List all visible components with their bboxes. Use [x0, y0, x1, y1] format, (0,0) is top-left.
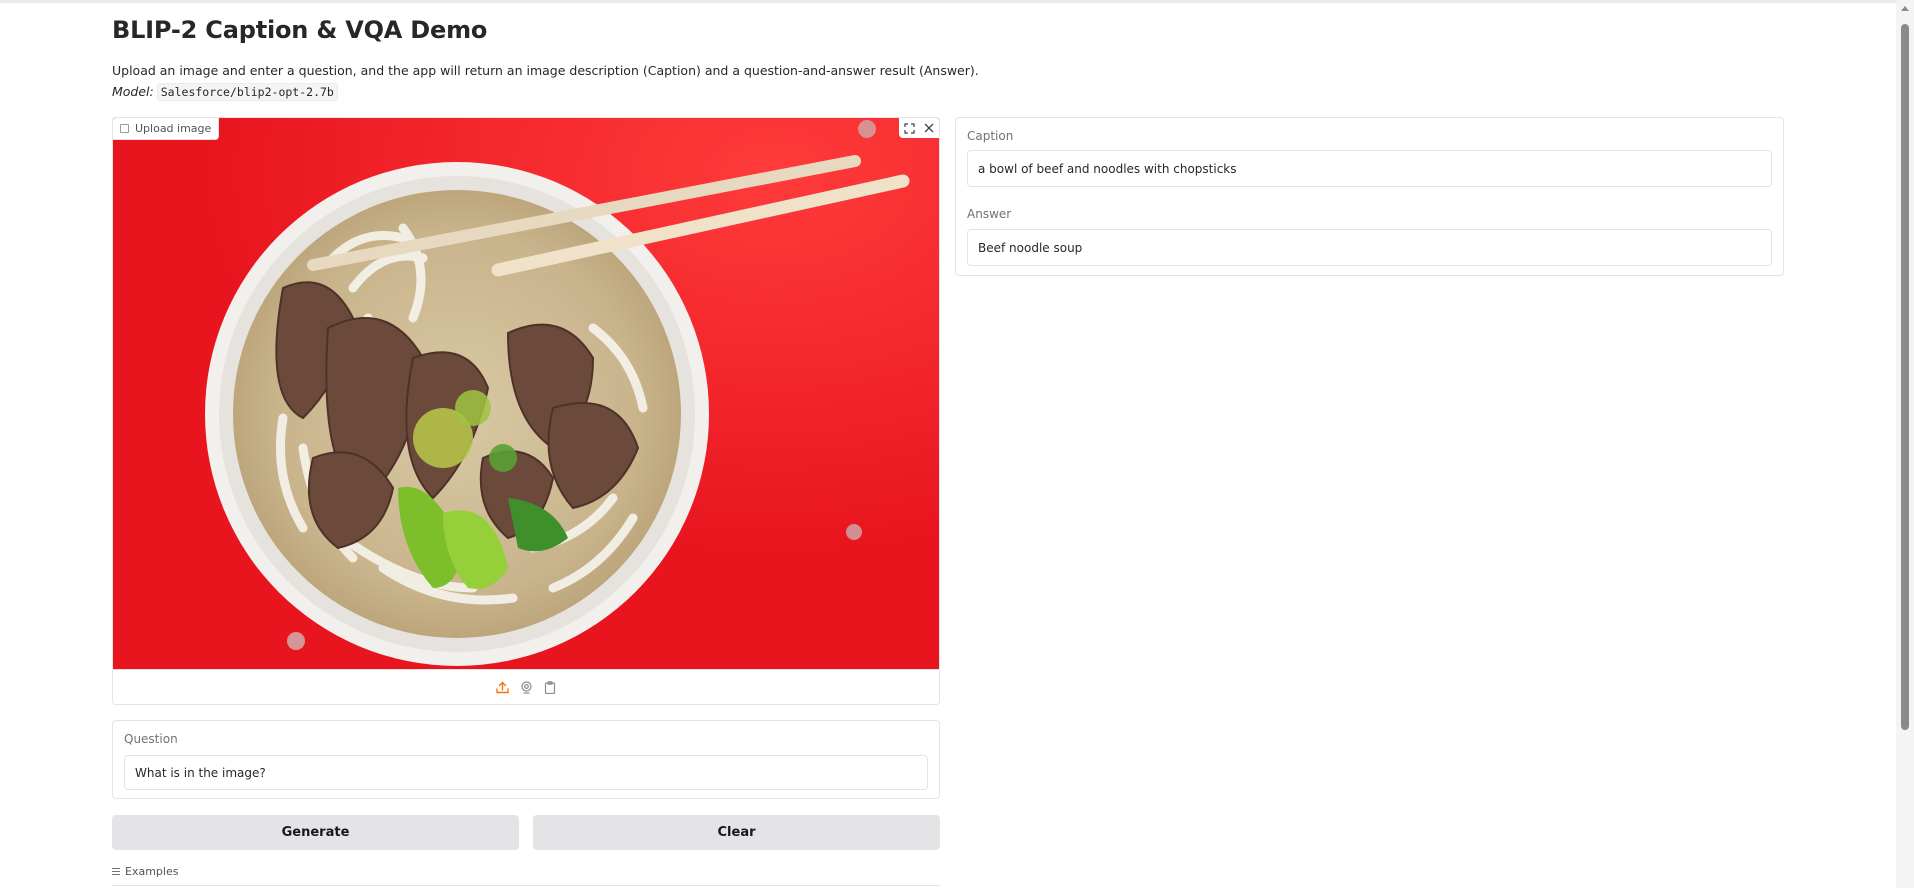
upload-icon[interactable] — [495, 681, 509, 695]
scrollbar-thumb[interactable] — [1901, 24, 1909, 730]
examples-divider — [112, 885, 940, 886]
examples-toggle[interactable]: Examples — [112, 865, 178, 878]
image-icon — [120, 124, 129, 133]
examples-label: Examples — [125, 865, 179, 878]
uploaded-image: Upload image — [113, 118, 939, 669]
page-scrollbar[interactable] — [1896, 0, 1914, 888]
app-description: Upload an image and enter a question, an… — [112, 63, 979, 78]
image-source-bar — [113, 669, 939, 704]
clipboard-icon[interactable] — [543, 681, 557, 695]
caption-label: Caption — [967, 129, 1014, 143]
image-label: Upload image — [113, 118, 220, 140]
app-container: BLIP-2 Caption & VQA Demo Upload an imag… — [112, 0, 1784, 888]
noodle-bowl-photo — [113, 118, 939, 669]
webcam-icon[interactable] — [519, 681, 533, 695]
output-panel: Caption a bowl of beef and noodles with … — [955, 117, 1784, 276]
list-icon — [112, 868, 120, 875]
image-label-text: Upload image — [135, 122, 212, 135]
clear-button[interactable]: Clear — [533, 815, 940, 850]
question-input[interactable]: What is in the image? — [124, 755, 928, 790]
model-label: Model: — [112, 84, 154, 99]
question-panel: Question What is in the image? — [112, 720, 940, 799]
model-id: Salesforce/blip2-opt-2.7b — [156, 83, 338, 101]
answer-label: Answer — [967, 207, 1012, 221]
question-label: Question — [124, 732, 178, 746]
page-title: BLIP-2 Caption & VQA Demo — [112, 16, 488, 44]
close-icon[interactable] — [919, 118, 939, 138]
model-info: Model: Salesforce/blip2-opt-2.7b — [112, 83, 338, 101]
generate-button[interactable]: Generate — [112, 815, 519, 850]
scroll-up-icon[interactable] — [1901, 6, 1909, 11]
caption-output[interactable]: a bowl of beef and noodles with chopstic… — [967, 150, 1772, 187]
image-controls — [899, 118, 939, 138]
answer-output[interactable]: Beef noodle soup — [967, 229, 1772, 266]
fullscreen-icon[interactable] — [899, 118, 919, 138]
image-upload-panel[interactable]: Upload image — [112, 117, 940, 705]
